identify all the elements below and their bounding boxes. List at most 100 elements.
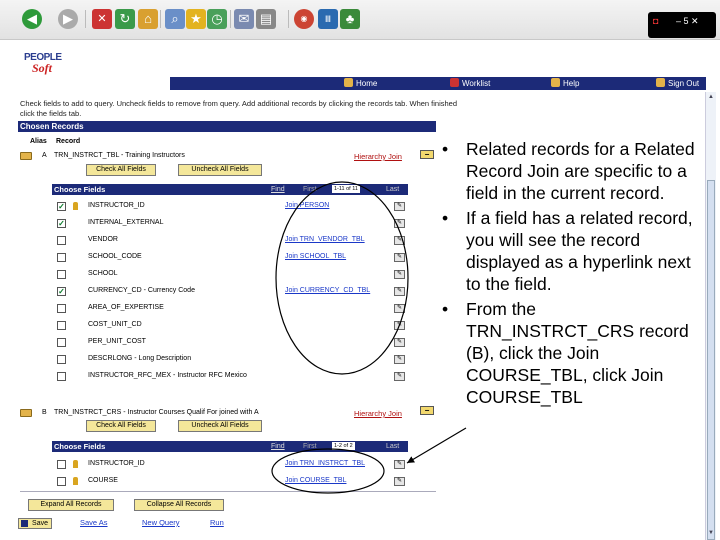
field-checkbox[interactable] <box>57 321 66 330</box>
field-checkbox[interactable]: ✓ <box>57 219 66 228</box>
help-icon <box>551 78 560 87</box>
hierarchy-join-link[interactable]: Hierarchy Join <box>354 152 402 161</box>
collapse-record-button[interactable]: − <box>420 150 434 159</box>
favorites-icon[interactable]: ★ <box>186 9 206 29</box>
run-link[interactable]: Run <box>210 518 224 527</box>
folder-open-icon[interactable] <box>20 409 32 417</box>
bullet-text: Related records for a Related Record Joi… <box>466 139 695 203</box>
field-properties-icon[interactable]: ✎ <box>394 477 405 486</box>
join-link[interactable]: Join PERSON <box>285 202 329 209</box>
field-checkbox[interactable] <box>57 477 66 486</box>
chosen-records-header: Chosen Records <box>18 121 436 132</box>
collapse-record-button[interactable]: − <box>420 406 434 415</box>
vertical-scrollbar[interactable]: ▲ ▼ <box>705 92 716 540</box>
field-properties-icon[interactable]: ✎ <box>394 253 405 262</box>
uncheck-all-fields-button[interactable]: Uncheck All Fields <box>178 420 262 432</box>
field-properties-icon[interactable]: ✎ <box>394 355 405 364</box>
expand-all-records-button[interactable]: Expand All Records <box>28 499 114 511</box>
research-icon[interactable]: Ⅲ <box>318 9 338 29</box>
field-checkbox[interactable] <box>57 372 66 381</box>
collapse-all-records-button[interactable]: Collapse All Records <box>134 499 224 511</box>
row-range: 1-11 of 11 <box>332 185 360 193</box>
nav-signout-link[interactable]: Sign Out <box>656 77 699 90</box>
field-name: SCHOOL <box>88 270 118 277</box>
scroll-thumb[interactable] <box>707 180 715 540</box>
history-icon[interactable]: ◷ <box>207 9 227 29</box>
field-properties-icon[interactable]: ✎ <box>394 321 405 330</box>
field-properties-icon[interactable]: ✎ <box>394 270 405 279</box>
join-link[interactable]: Join TRN_INSTRCT_TBL <box>285 460 365 467</box>
field-properties-icon[interactable]: ✎ <box>394 287 405 296</box>
back-icon[interactable]: ◀ <box>22 9 42 29</box>
home-icon[interactable]: ⌂ <box>138 9 158 29</box>
join-link[interactable]: Join CURRENCY_CD_TBL <box>285 287 370 294</box>
save-button[interactable]: Save <box>18 518 52 529</box>
check-all-fields-button[interactable]: Check All Fields <box>86 420 156 432</box>
forward-icon[interactable]: ▶ <box>58 9 78 29</box>
field-properties-icon[interactable]: ✎ <box>394 202 405 211</box>
field-properties-icon[interactable]: ✎ <box>394 236 405 245</box>
signout-icon <box>656 78 665 87</box>
refresh-icon[interactable]: ↻ <box>115 9 135 29</box>
hierarchy-join-link[interactable]: Hierarchy Join <box>354 409 402 418</box>
field-checkbox[interactable] <box>57 253 66 262</box>
mail-icon[interactable]: ✉ <box>234 9 254 29</box>
print-icon[interactable]: ▤ <box>256 9 276 29</box>
stop-icon[interactable]: ✕ <box>92 9 112 29</box>
windows-logo-icon: ◘ <box>653 16 659 26</box>
key-icon <box>73 202 78 210</box>
folder-open-icon[interactable] <box>20 152 32 160</box>
search-icon[interactable]: ⌕ <box>165 9 185 29</box>
uncheck-all-fields-button[interactable]: Uncheck All Fields <box>178 164 262 176</box>
field-checkbox[interactable] <box>57 355 66 364</box>
bullet-item: • If a field has a related record, you wi… <box>440 207 702 295</box>
scroll-down-icon[interactable]: ▼ <box>707 529 715 538</box>
find-link[interactable]: Find <box>271 186 285 193</box>
messenger-icon[interactable]: ◉ <box>294 9 314 29</box>
peoplesoft-logo: PEOPLE Soft <box>24 52 64 80</box>
field-checkbox[interactable]: ✓ <box>57 287 66 296</box>
record-name: TRN_INSTRCT_CRS - Instructor Courses Qua… <box>54 409 259 416</box>
join-link[interactable]: Join COURSE_TBL <box>285 477 346 484</box>
field-properties-icon[interactable]: ✎ <box>394 304 405 313</box>
field-properties-icon[interactable]: ✎ <box>394 219 405 228</box>
toolbar-separator <box>288 10 289 28</box>
field-checkbox[interactable] <box>57 236 66 245</box>
network-icon[interactable]: ♣ <box>340 9 360 29</box>
disk-icon <box>21 520 28 527</box>
scroll-up-icon[interactable]: ▲ <box>707 93 715 102</box>
window-controls[interactable]: ◘ – 5 ✕ <box>648 12 716 38</box>
field-checkbox[interactable] <box>57 270 66 279</box>
field-checkbox[interactable] <box>57 304 66 313</box>
find-link[interactable]: Find <box>271 443 285 450</box>
first-link[interactable]: First <box>303 186 317 193</box>
field-checkbox[interactable] <box>57 338 66 347</box>
nav-worklist-link[interactable]: Worklist <box>450 77 490 90</box>
new-query-link[interactable]: New Query <box>142 518 180 527</box>
highlight-circle <box>275 181 409 375</box>
slide-bullets: • Related records for a Related Record Jo… <box>440 138 702 411</box>
bullet-dot: • <box>442 208 449 228</box>
field-name: INSTRUCTOR_ID <box>88 460 145 467</box>
bullet-text: If a field has a related record, you wil… <box>466 208 693 294</box>
field-checkbox[interactable] <box>57 460 66 469</box>
last-link[interactable]: Last <box>386 186 399 193</box>
check-all-fields-button[interactable]: Check All Fields <box>86 164 156 176</box>
join-link[interactable]: Join TRN_VENDOR_TBL <box>285 236 365 243</box>
home-icon <box>344 78 353 87</box>
field-properties-icon[interactable]: ✎ <box>394 372 405 381</box>
save-as-link[interactable]: Save As <box>80 518 108 527</box>
join-link[interactable]: Join SCHOOL_TBL <box>285 253 346 260</box>
bullet-dot: • <box>442 139 449 159</box>
last-link[interactable]: Last <box>386 443 399 450</box>
divider <box>20 491 436 492</box>
field-properties-icon[interactable]: ✎ <box>394 460 405 469</box>
bullet-dot: • <box>442 299 449 319</box>
nav-home-link[interactable]: Home <box>344 77 377 90</box>
field-properties-icon[interactable]: ✎ <box>394 338 405 347</box>
bullet-text: From the TRN_INSTRCT_CRS record (B), cli… <box>466 299 689 407</box>
logo-bottom-text: Soft <box>32 61 53 75</box>
field-checkbox[interactable]: ✓ <box>57 202 66 211</box>
nav-help-link[interactable]: Help <box>551 77 579 90</box>
first-link[interactable]: First <box>303 443 317 450</box>
